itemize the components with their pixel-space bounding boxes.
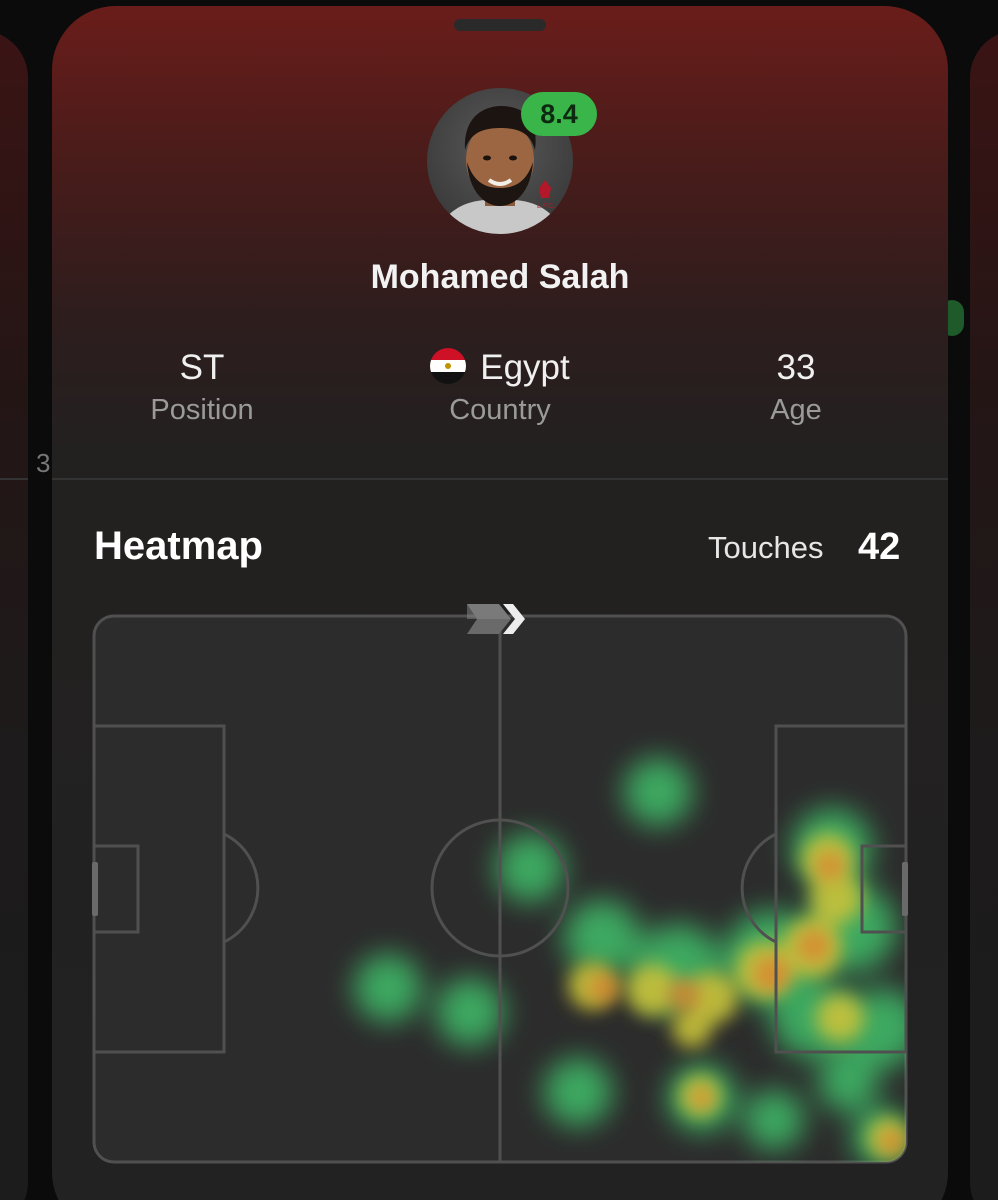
heatmap-pitch xyxy=(92,598,908,1166)
position-label: Position xyxy=(150,394,254,426)
screen: 3 L.F.C. 8.4 Mohamed Salah ST Position E… xyxy=(0,0,998,1200)
previous-player-card[interactable] xyxy=(0,30,28,1200)
heatmap-title: Heatmap xyxy=(94,524,263,568)
touches-label: Touches xyxy=(708,530,824,565)
country-stat: Egypt Country xyxy=(350,344,650,427)
egypt-flag-icon xyxy=(430,348,467,384)
age-stat: 33 Age xyxy=(646,344,946,427)
right-goal xyxy=(902,862,908,916)
previous-card-divider xyxy=(0,478,28,480)
player-card: L.F.C. 8.4 Mohamed Salah ST Position Egy… xyxy=(52,6,948,1200)
player-rating-badge: 8.4 xyxy=(521,92,597,136)
svg-text:L.F.C.: L.F.C. xyxy=(537,203,555,210)
position-stat: ST Position xyxy=(52,344,352,427)
attack-direction-chevrons-icon xyxy=(467,604,525,634)
liverpool-crest-icon: L.F.C. xyxy=(537,180,555,210)
age-label: Age xyxy=(770,394,822,426)
position-value: ST xyxy=(179,348,225,387)
previous-card-age-value: 3 xyxy=(36,448,51,478)
left-goal xyxy=(92,862,98,916)
section-divider xyxy=(52,478,948,480)
country-label: Country xyxy=(449,394,551,426)
touches-count: 42 xyxy=(858,526,901,568)
player-name: Mohamed Salah xyxy=(370,258,630,296)
sheet-grabber-handle[interactable] xyxy=(454,19,546,31)
age-value: 33 xyxy=(776,348,816,387)
country-value: Egypt xyxy=(480,348,570,387)
next-player-card[interactable] xyxy=(970,30,998,1200)
